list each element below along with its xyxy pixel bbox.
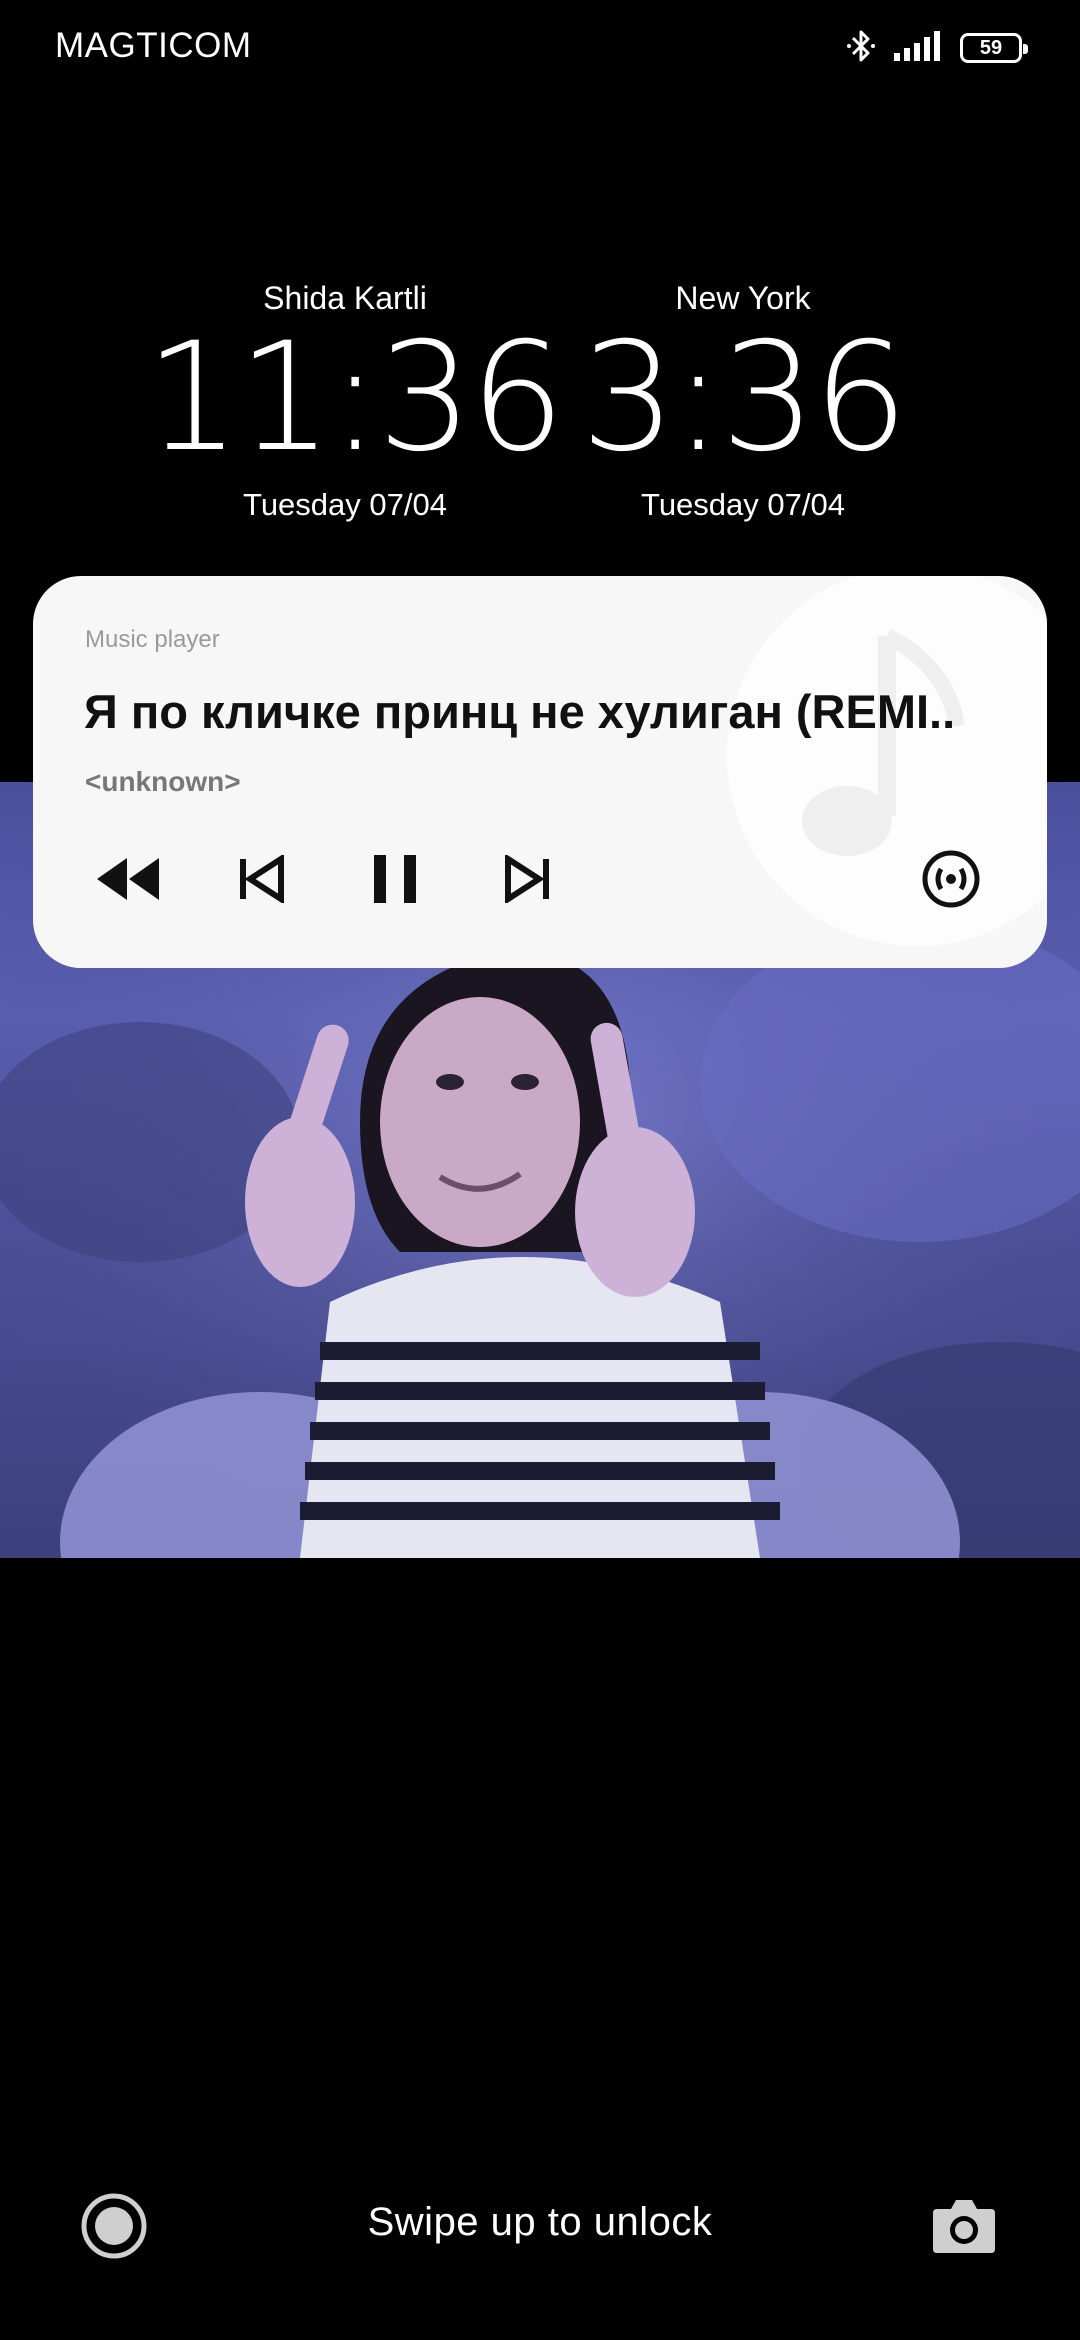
camera-shortcut-button[interactable] <box>931 2195 997 2255</box>
track-artist: <unknown> <box>85 766 241 797</box>
clock-home[interactable]: Shida Kartli 11:36 Tuesday 07/04 <box>145 278 565 525</box>
bluetooth-icon <box>846 26 876 71</box>
clock-time: 11:36 <box>145 311 565 485</box>
pause-icon <box>374 855 416 903</box>
clock-date: Tuesday 07/04 <box>641 487 845 522</box>
previous-track-icon <box>240 855 284 903</box>
player-app-name: Music player <box>85 626 220 653</box>
status-bar: MAGTICOM 59 <box>0 0 1080 96</box>
track-title: Я по кличке принц не хулиган (REMI.. <box>84 685 956 738</box>
clock-date: Tuesday 07/04 <box>243 487 447 522</box>
battery-nub <box>1023 44 1028 54</box>
signal-icon <box>894 30 942 66</box>
rewind-icon <box>97 858 159 900</box>
clock-time: 3:36 <box>580 311 909 485</box>
carrier-name: MAGTICOM <box>55 26 252 65</box>
cast-icon <box>922 850 980 908</box>
next-track-button[interactable] <box>488 844 568 914</box>
music-note-watermark-icon <box>727 576 1047 946</box>
previous-track-button[interactable] <box>221 844 301 914</box>
clock-secondary[interactable]: New York 3:36 Tuesday 07/04 <box>543 278 943 525</box>
next-track-icon <box>505 855 549 903</box>
swipe-unlock-hint: Swipe up to unlock <box>367 2200 713 2244</box>
cast-button[interactable] <box>911 844 991 914</box>
battery-icon: 59 <box>960 33 1028 63</box>
battery-level: 59 <box>979 37 1003 59</box>
status-icons: 59 <box>846 26 1028 71</box>
rewind-button[interactable] <box>88 844 168 914</box>
camera-icon <box>933 2200 995 2253</box>
lock-screen: MAGTICOM 59 Shida Kartli 11:36 Tuesday 0… <box>0 0 1080 2340</box>
pause-button[interactable] <box>355 844 435 914</box>
music-player-card[interactable]: Music player Я по кличке принц не хулига… <box>33 576 1047 968</box>
